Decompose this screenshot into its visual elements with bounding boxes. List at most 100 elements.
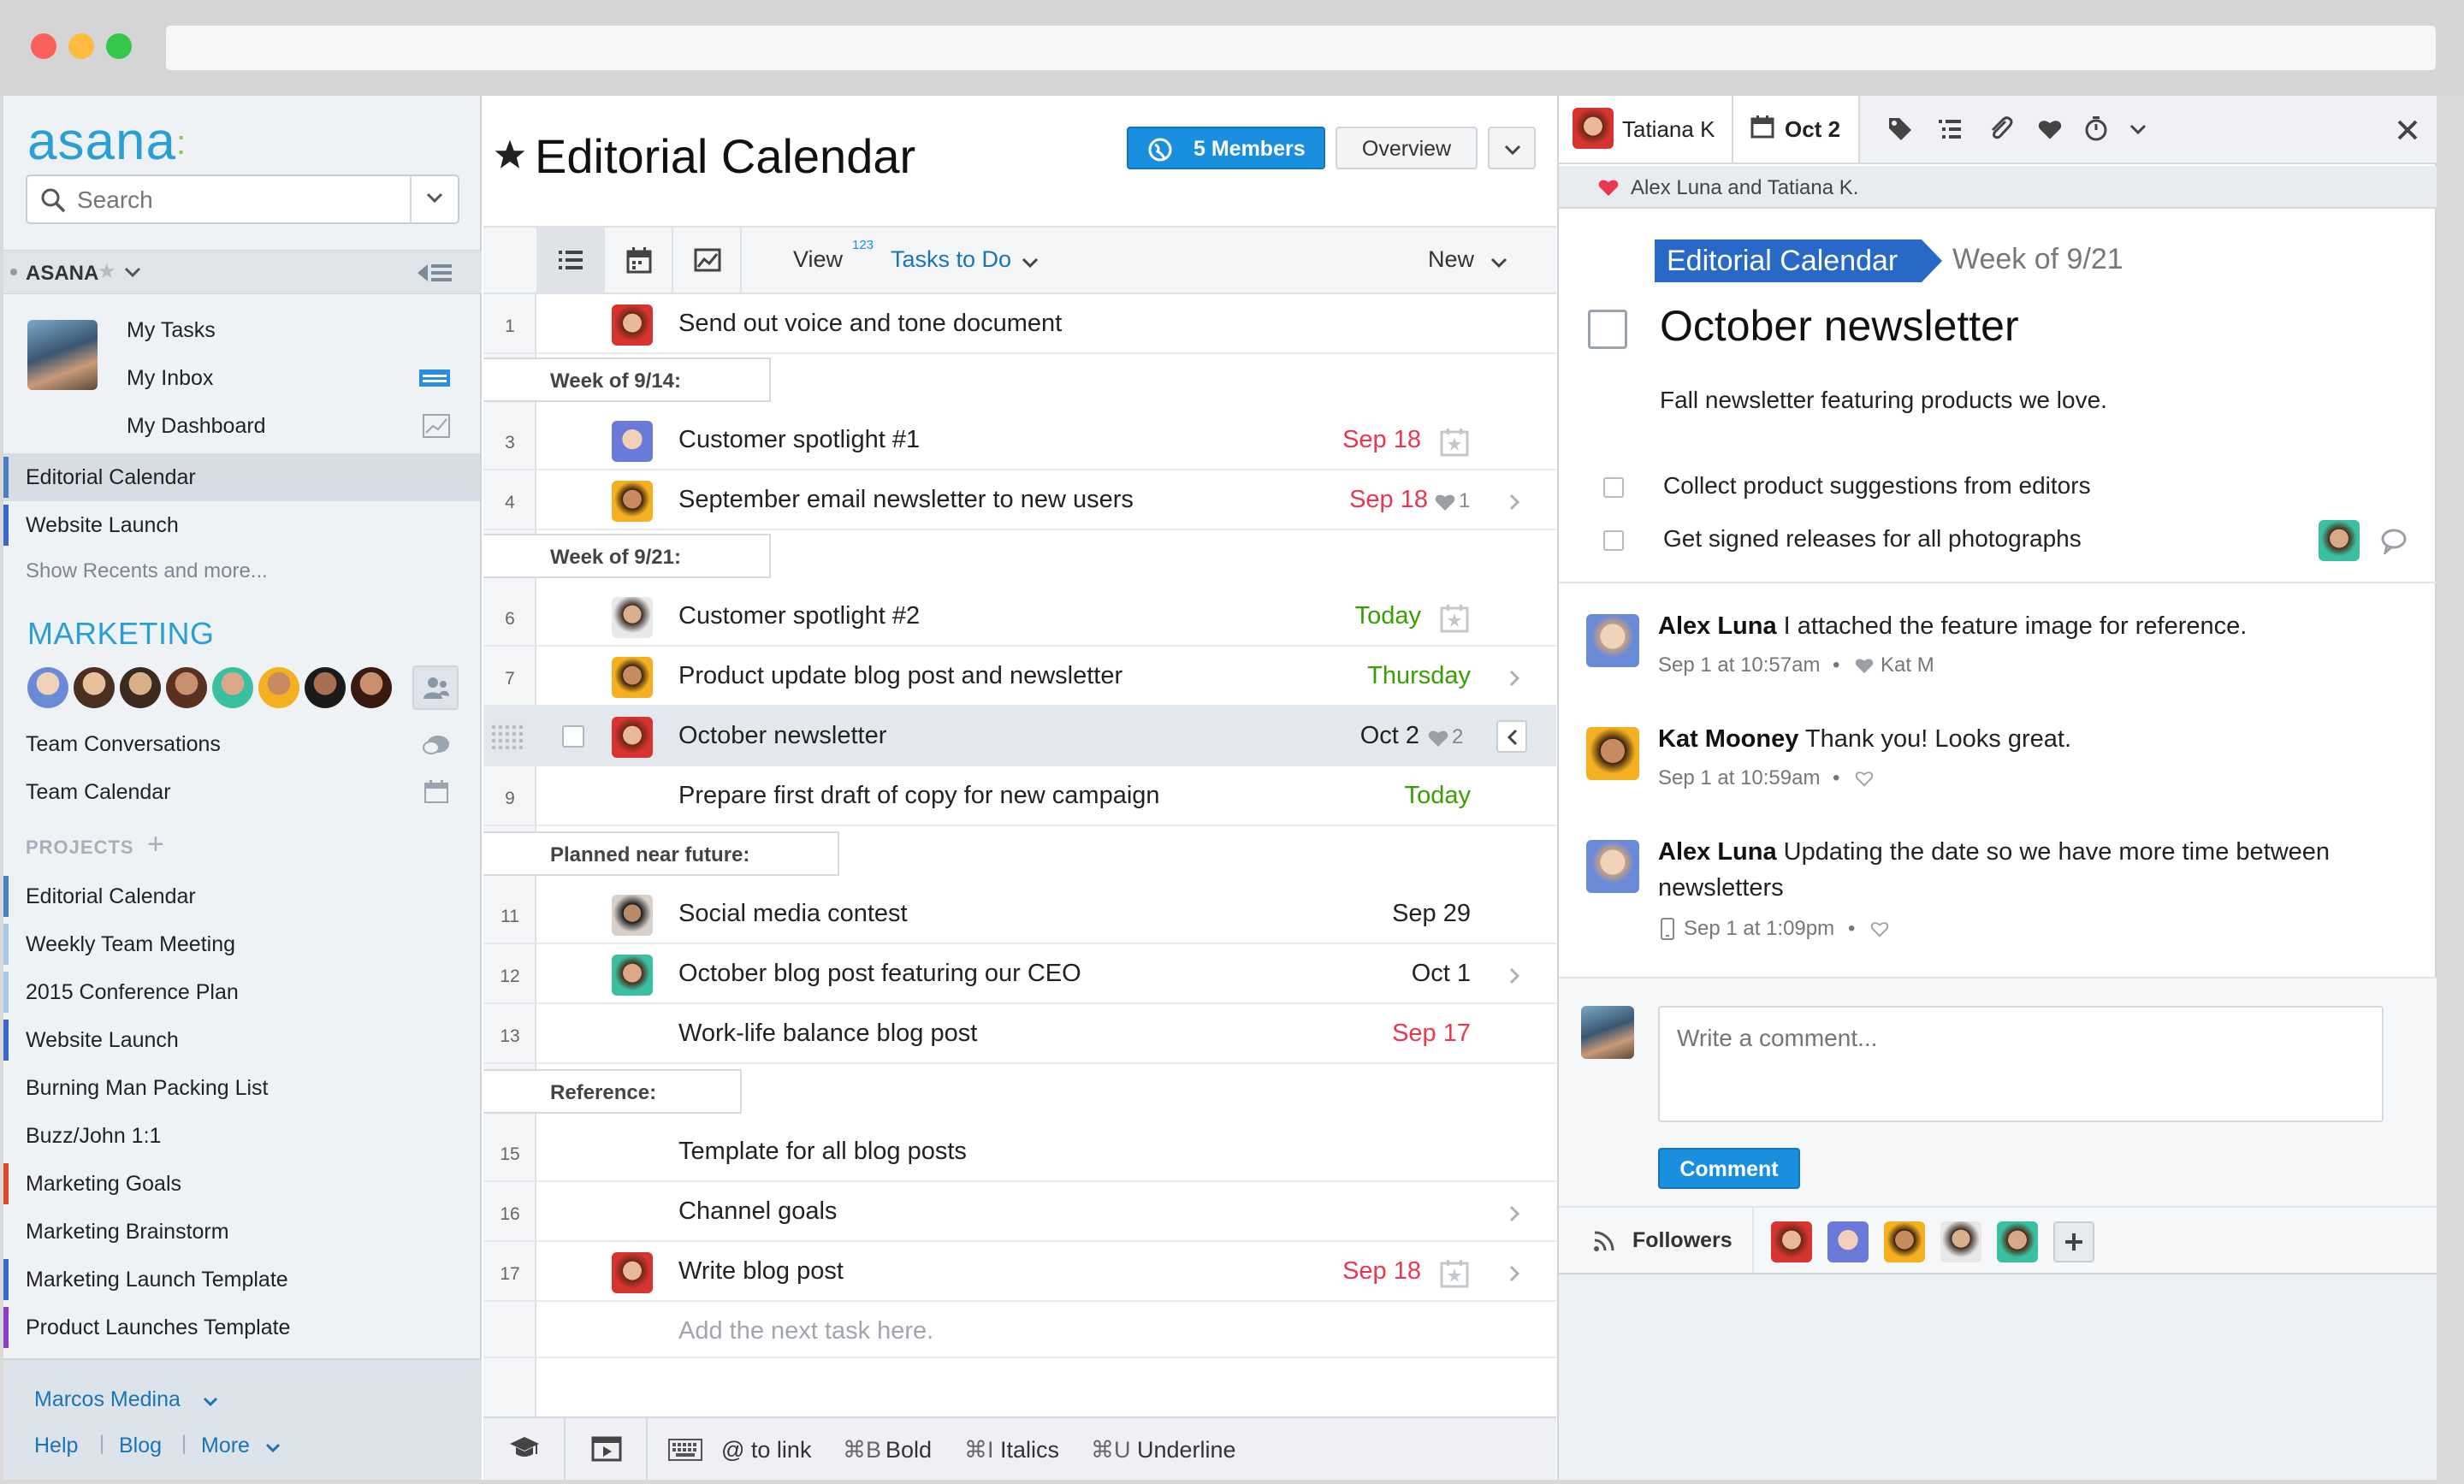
attachment-icon[interactable]	[1987, 115, 2014, 142]
task-name[interactable]: October newsletter	[678, 722, 886, 750]
section-tag[interactable]: Week of 9/21	[1952, 243, 2123, 276]
overview-button[interactable]: Overview	[1336, 127, 1478, 169]
comment-author[interactable]: Kat Mooney	[1658, 725, 1798, 753]
team-name[interactable]: MARKETING	[27, 616, 215, 652]
heart-icon[interactable]	[2038, 118, 2062, 140]
assignee-avatar[interactable]	[612, 717, 653, 758]
help-link[interactable]: Help	[34, 1434, 78, 1458]
task-checkbox[interactable]	[562, 725, 584, 748]
task-row[interactable]: 4 September email newsletter to new user…	[483, 470, 1556, 530]
task-name[interactable]: Product update blog post and newsletter	[678, 662, 1122, 690]
project-weekly-team-meeting[interactable]: Weekly Team Meeting	[3, 920, 480, 968]
project-tag[interactable]: Editorial Calendar	[1655, 239, 1943, 282]
chevron-right-icon[interactable]	[1508, 493, 1520, 511]
section-header[interactable]: Week of 9/14:	[483, 358, 771, 402]
comment-timestamp[interactable]: Sep 1 at 10:57am	[1658, 653, 1820, 677]
due-date[interactable]: Sep 17	[1392, 1020, 1471, 1048]
heart-icon[interactable]	[1435, 493, 1455, 511]
team-conversations-link[interactable]: Team Conversations	[26, 732, 221, 757]
task-row[interactable]: 3 Customer spotlight #1 Sep 18	[483, 411, 1556, 470]
progress-view-button[interactable]	[673, 228, 742, 294]
recent-editorial-calendar[interactable]: Editorial Calendar	[3, 453, 480, 501]
section-header[interactable]: Reference:	[483, 1069, 742, 1114]
task-row[interactable]: 9 Prepare first draft of copy for new ca…	[483, 766, 1556, 826]
task-row[interactable]: 11 Social media contest Sep 29	[483, 884, 1556, 944]
chevron-down-icon[interactable]	[1490, 257, 1508, 269]
collapse-sidebar-icon[interactable]	[416, 261, 453, 285]
comment-bubble-icon[interactable]	[2380, 529, 2408, 554]
project-editorial-calendar[interactable]: Editorial Calendar	[3, 872, 480, 920]
chevron-down-icon[interactable]	[264, 1442, 281, 1454]
chevron-down-icon[interactable]	[202, 1396, 219, 1408]
due-date[interactable]: Sep 29	[1392, 900, 1471, 928]
task-row[interactable]: 1 Send out voice and tone document	[483, 294, 1556, 354]
subtask-name[interactable]: Collect product suggestions from editors	[1663, 472, 2091, 500]
due-date[interactable]: Today	[1405, 782, 1471, 810]
team-member-avatar[interactable]	[351, 667, 392, 708]
heart-outline-icon[interactable]	[1870, 920, 1889, 937]
show-recents-link[interactable]: Show Recents and more...	[26, 559, 268, 583]
team-member-avatar[interactable]	[166, 667, 207, 708]
assignee-avatar[interactable]	[612, 895, 653, 936]
chevron-right-icon[interactable]	[1508, 669, 1520, 688]
add-project-icon[interactable]: +	[147, 828, 164, 861]
task-name[interactable]: October blog post featuring our CEO	[678, 960, 1081, 988]
assignee-avatar[interactable]	[612, 1252, 653, 1293]
search-dropdown-button[interactable]	[410, 176, 458, 222]
assignee-tab[interactable]: Tatiana K	[1559, 96, 1733, 163]
task-name[interactable]: Customer spotlight #1	[678, 426, 920, 454]
assignee-avatar[interactable]	[612, 481, 653, 522]
members-button[interactable]: 5 Members	[1127, 127, 1325, 169]
recent-website-launch[interactable]: Website Launch	[3, 501, 480, 549]
drag-handle-icon[interactable]	[490, 724, 524, 749]
section-header[interactable]: Week of 9/21:	[483, 534, 771, 578]
team-member-avatar[interactable]	[212, 667, 253, 708]
task-title[interactable]: October newsletter	[1660, 301, 2019, 351]
comment-author[interactable]: Alex Luna	[1658, 612, 1777, 640]
task-row[interactable]: 15 Template for all blog posts	[483, 1122, 1556, 1182]
due-date[interactable]: Sep 18	[1342, 1257, 1421, 1286]
search-box[interactable]	[26, 174, 459, 224]
team-member-avatar[interactable]	[258, 667, 299, 708]
star-icon[interactable]	[494, 139, 526, 171]
comment-timestamp[interactable]: Sep 1 at 10:59am	[1658, 766, 1820, 790]
task-description[interactable]: Fall newsletter featuring products we lo…	[1660, 387, 2107, 414]
add-task-row[interactable]: Add the next task here.	[483, 1302, 1556, 1358]
task-row[interactable]: 7 Product update blog post and newslette…	[483, 647, 1556, 707]
comment-avatar[interactable]	[1586, 614, 1639, 667]
task-name[interactable]: September email newsletter to new users	[678, 486, 1134, 514]
due-date[interactable]: Today	[1355, 602, 1421, 630]
task-row[interactable]: 16 Channel goals	[483, 1182, 1556, 1242]
assignee-avatar[interactable]	[612, 597, 653, 638]
subtask-name[interactable]: Get signed releases for all photographs	[1663, 525, 2082, 553]
add-follower-button[interactable]	[2053, 1221, 2094, 1262]
team-member-avatar[interactable]	[120, 667, 161, 708]
subtask-assignee-avatar[interactable]	[2319, 520, 2360, 561]
my-tasks-link[interactable]: My Tasks	[127, 318, 216, 343]
more-link[interactable]: More	[201, 1434, 250, 1458]
assignee-avatar[interactable]	[612, 421, 653, 462]
due-date[interactable]: Oct 2	[1360, 722, 1419, 750]
project-title[interactable]: Editorial Calendar	[535, 128, 915, 184]
close-window-button[interactable]	[31, 33, 56, 59]
video-button[interactable]	[566, 1418, 648, 1480]
chevron-right-icon[interactable]	[1508, 1264, 1520, 1283]
address-bar[interactable]	[166, 26, 2436, 70]
chevron-right-icon[interactable]	[1508, 1204, 1520, 1223]
comment-timestamp[interactable]: Sep 1 at 1:09pm	[1684, 917, 1834, 941]
assignee-avatar[interactable]	[612, 955, 653, 996]
user-menu[interactable]: Marcos Medina	[34, 1387, 181, 1412]
team-members-button[interactable]	[412, 665, 459, 710]
comment-avatar[interactable]	[1586, 727, 1639, 780]
close-icon[interactable]	[2396, 118, 2420, 142]
task-name[interactable]: Send out voice and tone document	[678, 310, 1062, 338]
calendar-star-icon[interactable]	[1440, 1259, 1469, 1288]
asana-logo[interactable]: asana:	[27, 111, 187, 172]
project-marketing-goals[interactable]: Marketing Goals	[3, 1160, 480, 1208]
user-avatar[interactable]	[27, 320, 98, 390]
task-name[interactable]: Write blog post	[678, 1257, 844, 1286]
calendar-star-icon[interactable]	[1440, 428, 1469, 457]
tag-icon[interactable]	[1887, 116, 1913, 142]
add-task-placeholder[interactable]: Add the next task here.	[678, 1317, 933, 1345]
heart-outline-icon[interactable]	[1855, 770, 1874, 787]
